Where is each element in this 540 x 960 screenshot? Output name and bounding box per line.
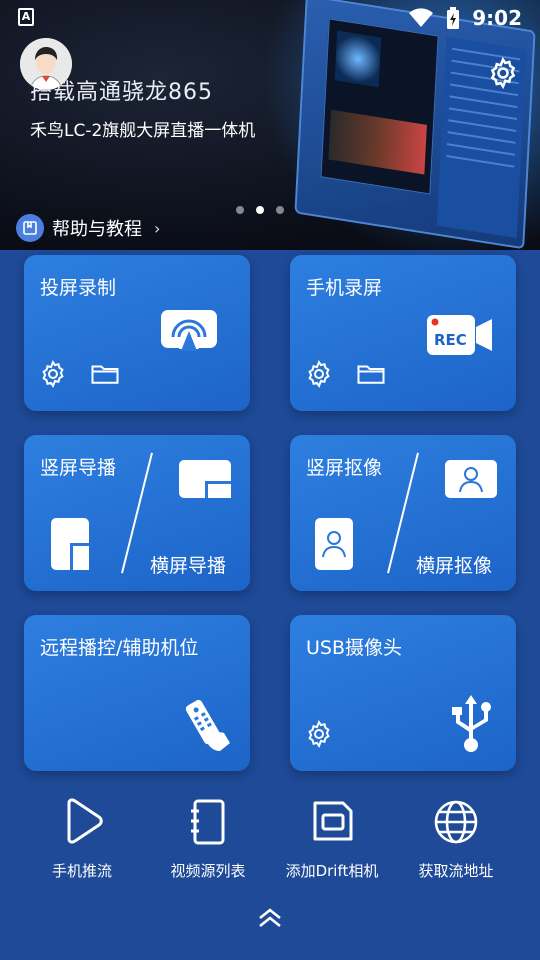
pagination-dot[interactable] xyxy=(276,206,284,214)
bottom-label: 添加Drift相机 xyxy=(285,862,379,880)
wifi-icon xyxy=(409,8,434,27)
rec-badge: REC xyxy=(434,331,467,349)
globe-icon xyxy=(434,800,478,844)
screen-cast-card[interactable]: 投屏录制 xyxy=(24,255,250,411)
help-tutorial-link[interactable]: 帮助与教程 › xyxy=(16,214,160,242)
landscape-person-icon xyxy=(445,460,497,498)
status-time: 9:02 xyxy=(472,6,522,30)
portrait-director-button[interactable]: 竖屏导播 xyxy=(40,453,116,480)
usb-icon xyxy=(452,695,491,752)
card-title: 手机录屏 xyxy=(306,277,383,299)
director-card[interactable]: 竖屏导播 横屏导播 xyxy=(24,435,250,591)
usb-camera-card[interactable]: USB摄像头 xyxy=(290,615,516,771)
double-chevron-up-icon[interactable] xyxy=(255,904,285,930)
battery-icon xyxy=(447,7,460,29)
camera-box-icon xyxy=(313,801,353,841)
remote-control-icon xyxy=(185,699,230,751)
banner-device-image xyxy=(294,0,536,250)
add-drift-camera-button[interactable]: 添加Drift相机 xyxy=(272,794,392,881)
user-avatar[interactable] xyxy=(20,38,72,90)
banner-subtitle: 禾鸟LC-2旗舰大屏直播一体机 xyxy=(30,121,256,141)
video-source-list-button[interactable]: 视频源列表 xyxy=(148,794,268,881)
bottom-label: 手机推流 xyxy=(51,862,112,880)
card-title: 远程播控/辅助机位 xyxy=(40,637,199,659)
bottom-label: 视频源列表 xyxy=(170,862,246,880)
diagonal-divider xyxy=(387,452,419,574)
settings-gear-icon[interactable] xyxy=(38,359,68,389)
help-label: 帮助与教程 xyxy=(52,219,142,240)
diagonal-divider xyxy=(121,452,153,574)
card-title: USB摄像头 xyxy=(306,637,403,659)
portrait-person-icon xyxy=(315,518,353,570)
landscape-keying-button[interactable]: 横屏抠像 xyxy=(416,551,492,578)
promo-banner[interactable]: 搭载高通骁龙865 禾鸟LC-2旗舰大屏直播一体机 xyxy=(0,0,540,250)
settings-gear-icon[interactable] xyxy=(304,719,334,749)
portrait-keying-button[interactable]: 竖屏抠像 xyxy=(306,453,382,480)
keying-card[interactable]: 竖屏抠像 横屏抠像 xyxy=(290,435,516,591)
settings-gear-icon[interactable] xyxy=(304,359,334,389)
card-title: 投屏录制 xyxy=(40,277,117,299)
remote-control-card[interactable]: 远程播控/辅助机位 xyxy=(24,615,250,771)
banner-pagination xyxy=(236,206,284,214)
chevron-right-icon: › xyxy=(154,218,161,238)
play-icon xyxy=(67,798,103,844)
phone-stream-button[interactable]: 手机推流 xyxy=(22,794,142,881)
status-bar: 9:02 xyxy=(0,0,540,36)
pagination-dot-active[interactable] xyxy=(256,206,264,214)
folder-icon[interactable] xyxy=(90,359,120,389)
get-stream-url-button[interactable]: 获取流地址 xyxy=(396,794,516,881)
pagination-dot[interactable] xyxy=(236,206,244,214)
banner-gear-icon xyxy=(490,56,516,90)
folder-icon[interactable] xyxy=(356,359,386,389)
notebook-icon xyxy=(191,799,225,845)
book-icon xyxy=(16,214,44,242)
screencast-icon xyxy=(161,310,217,351)
landscape-director-button[interactable]: 横屏导播 xyxy=(150,551,226,578)
phone-record-card[interactable]: 手机录屏 REC xyxy=(290,255,516,411)
portrait-layout-icon xyxy=(51,518,89,570)
landscape-layout-icon xyxy=(179,460,231,498)
bottom-label: 获取流地址 xyxy=(418,862,494,880)
